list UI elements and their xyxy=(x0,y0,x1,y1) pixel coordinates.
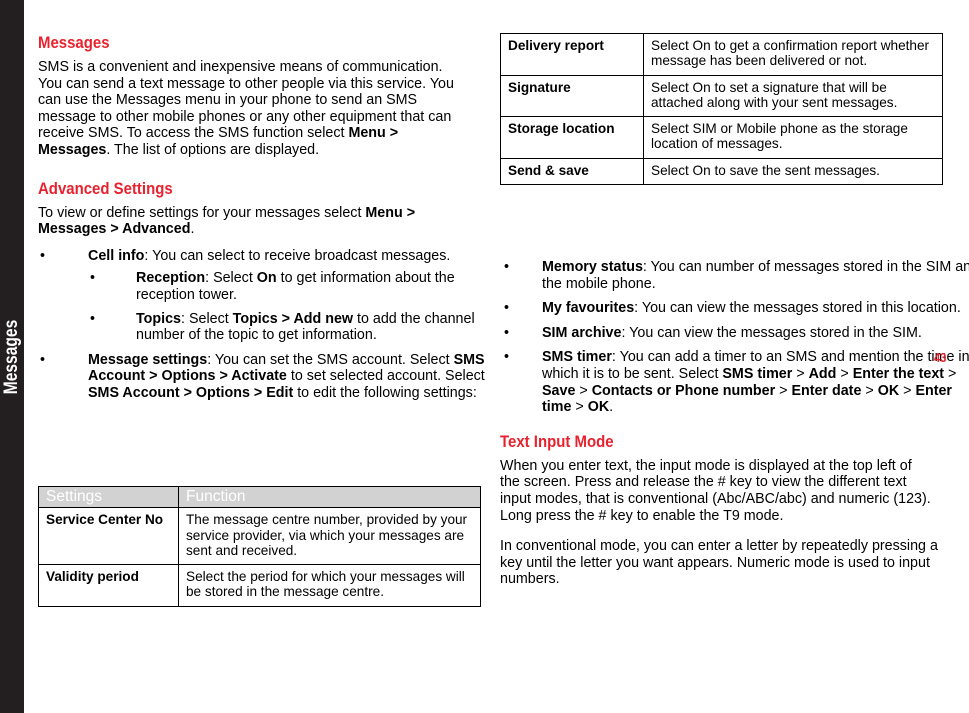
reception-value-on: On xyxy=(256,270,277,287)
settings-function-table: Settings Function Service Center No The … xyxy=(38,485,481,607)
paragraph-text-input-2: In conventional mode, you can enter a le… xyxy=(500,538,938,588)
message-settings-seg-1: : You can set the SMS account. Select xyxy=(207,351,454,368)
list-item-message-settings: • Message settings: You can set the SMS … xyxy=(38,352,512,402)
table-header-row: Settings Function xyxy=(38,485,481,509)
sms-timer-step-ok-2: OK xyxy=(587,399,610,416)
paragraph-messages-intro: SMS is a convenient and inexpensive mean… xyxy=(38,59,462,159)
sms-timer-sep-6: > xyxy=(861,382,878,399)
sms-timer-sep-2: > xyxy=(836,365,853,382)
paragraph-advanced-intro: To view or define settings for your mess… xyxy=(38,205,462,238)
term-reception: Reception xyxy=(136,270,206,287)
sms-timer-sep-1: > xyxy=(792,365,809,382)
desc-cell-info: : You can select to receive broadcast me… xyxy=(144,247,451,264)
right-column: • Memory status: You can number of messa… xyxy=(500,0,969,588)
sms-timer-step-save: Save xyxy=(542,382,576,399)
column-header-function: Function xyxy=(178,485,481,509)
bullet-dot-icon: • xyxy=(504,259,510,275)
sms-timer-sep-7: > xyxy=(899,382,916,399)
messages-options-bullet-list: • Memory status: You can number of messa… xyxy=(500,259,969,416)
topics-menu-path: Topics > Add new xyxy=(232,310,354,327)
term-memory-status: Memory status xyxy=(542,259,643,275)
sms-timer-tail: . xyxy=(609,399,614,416)
heading-messages: Messages xyxy=(38,33,110,52)
bullet-dot-icon: • xyxy=(504,349,510,366)
list-item-sms-timer: • SMS timer: You can add a timer to an S… xyxy=(500,349,969,415)
advanced-intro-part-3: . xyxy=(190,221,195,238)
cell-function-service-center-no: The message centre number, provided by y… xyxy=(178,507,481,566)
term-message-settings: Message settings xyxy=(88,351,208,368)
bullet-dot-icon: • xyxy=(90,310,96,327)
message-settings-seg-3: to edit the following settings: xyxy=(293,384,477,401)
bullet-dot-icon: • xyxy=(504,300,510,317)
bullet-dot-icon: • xyxy=(40,247,46,264)
cell-setting-validity-period: Validity period xyxy=(38,564,179,607)
sms-timer-step-enter-date: Enter date xyxy=(791,382,862,399)
sms-timer-step-ok-1: OK xyxy=(877,382,900,399)
heading-text-input-mode: Text Input Mode xyxy=(500,431,614,451)
topics-seg-1: : Select xyxy=(181,310,233,327)
cell-function-validity-period: Select the period for which your message… xyxy=(178,564,481,607)
list-item-memory-status: • Memory status: You can number of messa… xyxy=(500,259,969,292)
message-settings-seg-2: to set selected account. Select xyxy=(286,368,485,385)
table-row: Service Center No The message centre num… xyxy=(38,507,481,566)
sms-timer-step-add: Add xyxy=(808,365,837,382)
cell-setting-service-center-no: Service Center No xyxy=(38,507,179,566)
term-sms-timer: SMS timer xyxy=(542,349,612,366)
term-sim-archive: SIM archive xyxy=(542,324,622,341)
intro-text-part-3: . The list of options are displayed. xyxy=(106,141,320,158)
list-item-my-favourites: • My favourites: You can view the messag… xyxy=(500,300,962,317)
list-item-topics: • Topics: Select Topics > Add new to add… xyxy=(88,311,512,344)
heading-advanced-settings: Advanced Settings xyxy=(38,178,173,198)
desc-sim-archive: : You can view the messages stored in th… xyxy=(621,324,922,341)
paragraph-text-input-1: When you enter text, the input mode is d… xyxy=(500,457,931,524)
sms-timer-sep-4: > xyxy=(575,382,592,399)
reception-seg-1: : Select xyxy=(205,270,257,287)
page-number: 43 xyxy=(934,350,947,365)
sms-timer-sep-8: > xyxy=(571,399,588,416)
term-topics: Topics xyxy=(136,310,182,327)
desc-my-favourites: : You can view the messages stored in th… xyxy=(634,300,961,317)
sms-timer-sep-3: > xyxy=(944,365,957,382)
column-header-settings: Settings xyxy=(38,485,179,509)
list-item-sim-archive: • SIM archive: You can view the messages… xyxy=(500,325,954,342)
term-my-favourites: My favourites xyxy=(542,300,635,317)
message-settings-path-edit: SMS Account > Options > Edit xyxy=(88,384,294,401)
sms-timer-sep-5: > xyxy=(775,382,792,399)
list-item-cell-info: • Cell info: You can select to receive b… xyxy=(38,248,512,344)
advanced-settings-bullet-list: • Cell info: You can select to receive b… xyxy=(38,248,485,402)
left-column: Messages SMS is a convenient and inexpen… xyxy=(38,0,485,412)
list-item-reception: • Reception: Select On to get informatio… xyxy=(88,270,512,303)
manual-page: Messages SMS is a convenient and inexpen… xyxy=(0,0,969,713)
bullet-dot-icon: • xyxy=(90,270,96,287)
advanced-intro-part-1: To view or define settings for your mess… xyxy=(38,204,366,221)
sms-timer-step-enter-the-text: Enter the text xyxy=(852,365,945,382)
cell-info-sub-list: • Reception: Select On to get informatio… xyxy=(88,270,512,343)
sms-timer-step-contacts-or-phone-number: Contacts or Phone number xyxy=(591,382,776,399)
sms-timer-step-sms-timer: SMS timer xyxy=(722,365,793,382)
term-cell-info: Cell info xyxy=(88,247,145,264)
bullet-dot-icon: • xyxy=(504,324,510,341)
bullet-dot-icon: • xyxy=(40,351,46,368)
table-row: Validity period Select the period for wh… xyxy=(38,564,481,607)
